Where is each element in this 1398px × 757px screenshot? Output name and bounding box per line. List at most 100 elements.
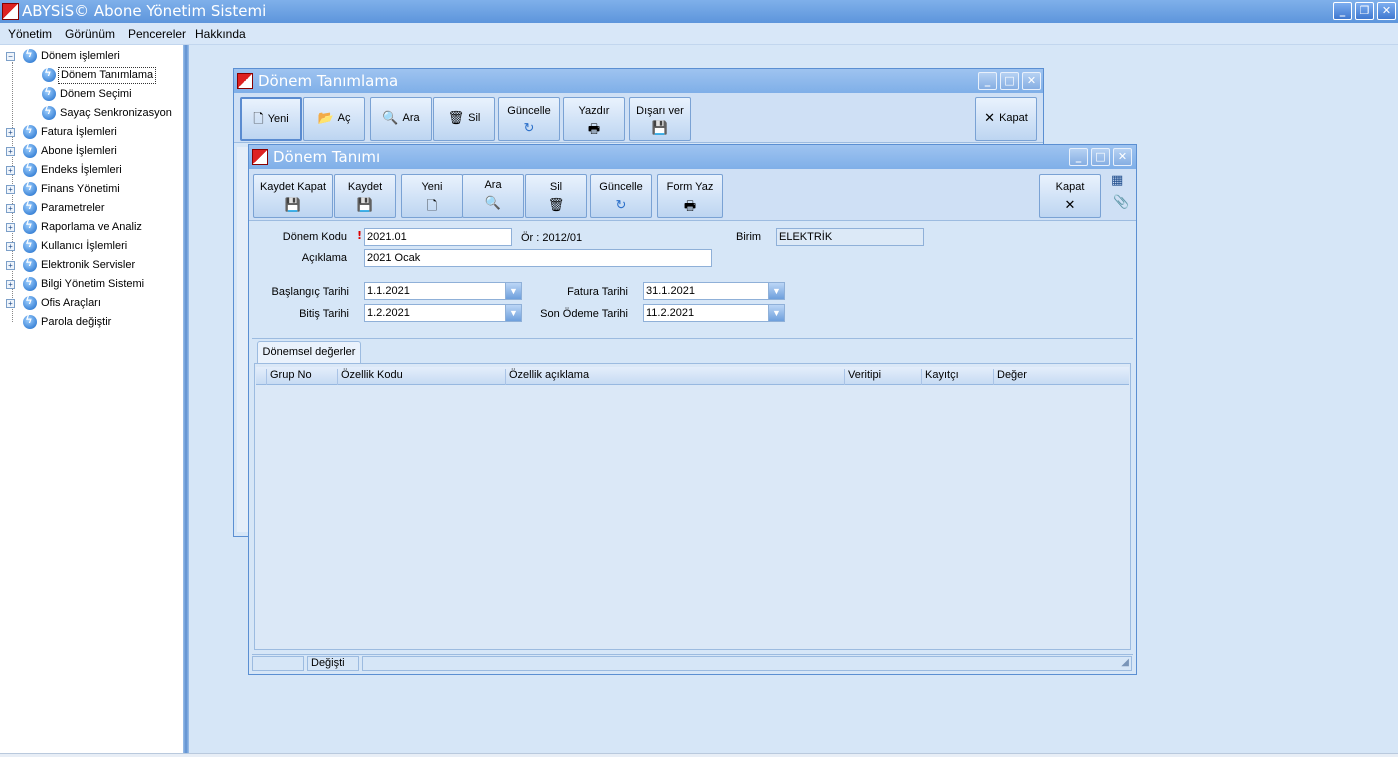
yazdir-button[interactable]: Yazdır 🖶 bbox=[563, 97, 625, 141]
values-grid: Grup No Özellik Kodu Özellik açıklama Ve… bbox=[254, 363, 1131, 650]
tree-item-sayac-senkronizasyon[interactable]: Sayaç Senkronizasyon bbox=[42, 105, 182, 123]
tree-item-raporlama[interactable]: + Raporlama ve Analiz bbox=[6, 219, 176, 237]
birim-label: Birim bbox=[736, 231, 762, 243]
guncelle-button[interactable]: Güncelle ↻ bbox=[498, 97, 560, 141]
menu-pencereler[interactable]: Pencereler bbox=[128, 27, 186, 41]
aciklama-label: Açıklama bbox=[301, 252, 347, 264]
button-label: Kapat bbox=[1055, 181, 1085, 193]
minimize-icon[interactable]: _ bbox=[1069, 148, 1088, 166]
kaydet-kapat-button[interactable]: Kaydet Kapat 💾 bbox=[253, 174, 333, 218]
tree-item-parametreler[interactable]: + Parametreler bbox=[6, 200, 176, 218]
button-label: Güncelle bbox=[599, 181, 643, 193]
button-label: Yeni bbox=[421, 181, 443, 193]
col-grup-no[interactable]: Grup No bbox=[266, 369, 337, 385]
kapat-button[interactable]: ✕ Kapat bbox=[975, 97, 1037, 141]
menu-hakkinda[interactable]: Hakkında bbox=[195, 27, 246, 41]
ac-button[interactable]: 📂 Aç bbox=[303, 97, 365, 141]
close-icon[interactable]: ✕ bbox=[1022, 72, 1041, 90]
tree-item-label: Parametreler bbox=[41, 202, 105, 214]
expand-icon[interactable]: + bbox=[6, 166, 15, 175]
chevron-down-icon[interactable]: ▼ bbox=[505, 305, 521, 321]
app-restore-icon[interactable]: ❐ bbox=[1355, 2, 1374, 20]
kaydet-button[interactable]: Kaydet 💾 bbox=[334, 174, 396, 218]
close-icon[interactable]: ✕ bbox=[1113, 148, 1132, 166]
chevron-down-icon[interactable]: ▼ bbox=[768, 305, 784, 321]
tree-item-abone[interactable]: + Abone İşlemleri bbox=[6, 143, 176, 161]
lightning-icon bbox=[23, 257, 37, 272]
tab-donemsel-degerler[interactable]: Dönemsel değerler bbox=[257, 341, 361, 363]
tree-item-parola[interactable]: Parola değiştir bbox=[6, 314, 176, 332]
paperclip-icon[interactable]: 📎 bbox=[1113, 195, 1129, 210]
button-label: Form Yaz bbox=[666, 181, 714, 193]
status-state: Değişti bbox=[307, 656, 359, 671]
tree-item-donem-islemleri[interactable]: − Dönem işlemleri bbox=[6, 48, 176, 66]
lightning-icon bbox=[42, 86, 56, 101]
tree-item-bilgi[interactable]: + Bilgi Yönetim Sistemi bbox=[6, 276, 176, 294]
donem-kodu-input[interactable]: 2021.01 bbox=[364, 228, 512, 246]
yeni-button[interactable]: 🗋 Yeni bbox=[240, 97, 302, 141]
refresh-icon: ↻ bbox=[615, 197, 627, 212]
expand-icon[interactable]: + bbox=[6, 299, 15, 308]
menu-gorunum[interactable]: Görünüm bbox=[65, 27, 115, 41]
collapse-icon[interactable]: − bbox=[6, 52, 15, 61]
col-kayitci[interactable]: Kayıtçı bbox=[921, 369, 993, 385]
baslangic-tarihi-picker[interactable]: 1.1.2021 ▼ bbox=[364, 282, 522, 300]
maximize-icon[interactable]: □ bbox=[1000, 72, 1019, 90]
aciklama-input[interactable]: 2021 Ocak bbox=[364, 249, 712, 267]
son-odeme-tarihi-picker[interactable]: 11.2.2021 ▼ bbox=[643, 304, 785, 322]
window-title-bar[interactable]: Dönem Tanımlama _ □ ✕ bbox=[234, 69, 1043, 93]
tree-item-finans[interactable]: + Finans Yönetimi bbox=[6, 181, 176, 199]
bitis-tarihi-picker[interactable]: 1.2.2021 ▼ bbox=[364, 304, 522, 322]
ara-button[interactable]: Ara 🔍 bbox=[462, 174, 524, 218]
resize-grip-icon[interactable]: ◢ bbox=[1121, 657, 1129, 668]
save-disk-icon: 💾 bbox=[651, 120, 669, 135]
disari-ver-button[interactable]: Dışarı ver 💾 bbox=[629, 97, 691, 141]
expand-icon[interactable]: + bbox=[6, 280, 15, 289]
lightning-icon bbox=[42, 105, 56, 120]
sil-button[interactable]: Sil 🗑 bbox=[525, 174, 587, 218]
table-icon[interactable]: ▦ bbox=[1111, 173, 1123, 188]
kapat-button[interactable]: Kapat ✕ bbox=[1039, 174, 1101, 218]
expand-icon[interactable]: + bbox=[6, 204, 15, 213]
yeni-button[interactable]: Yeni 🗋 bbox=[401, 174, 463, 218]
expand-icon[interactable]: + bbox=[6, 147, 15, 156]
tree-item-ofis[interactable]: + Ofis Araçları bbox=[6, 295, 176, 313]
expand-icon[interactable]: + bbox=[6, 223, 15, 232]
tree-item-donem-tanimlama[interactable]: Dönem Tanımlama bbox=[42, 67, 182, 85]
expand-icon[interactable]: + bbox=[6, 242, 15, 251]
status-bar: Değişti ◢ bbox=[252, 654, 1133, 672]
button-label: Sil bbox=[468, 112, 481, 125]
open-folder-icon: 📂 bbox=[317, 110, 334, 126]
trash-icon: 🗑 bbox=[547, 197, 565, 212]
menu-yonetim[interactable]: Yönetim bbox=[8, 27, 52, 41]
app-minimize-icon[interactable]: _ bbox=[1333, 2, 1352, 20]
chevron-down-icon[interactable]: ▼ bbox=[768, 283, 784, 299]
sidebar-splitter[interactable] bbox=[183, 45, 189, 753]
fatura-tarihi-picker[interactable]: 31.1.2021 ▼ bbox=[643, 282, 785, 300]
sil-button[interactable]: 🗑 Sil bbox=[433, 97, 495, 141]
expand-icon[interactable]: + bbox=[6, 185, 15, 194]
expand-icon[interactable]: + bbox=[6, 261, 15, 270]
button-label: Aç bbox=[337, 112, 351, 125]
app-close-icon[interactable]: ✕ bbox=[1377, 2, 1396, 20]
ara-button[interactable]: 🔍 Ara bbox=[370, 97, 432, 141]
expand-icon[interactable]: + bbox=[6, 128, 15, 137]
guncelle-button[interactable]: Güncelle ↻ bbox=[590, 174, 652, 218]
col-deger[interactable]: Değer bbox=[993, 369, 1129, 385]
tree-item-fatura[interactable]: + Fatura İşlemleri bbox=[6, 124, 176, 142]
tree-item-endeks[interactable]: + Endeks İşlemleri bbox=[6, 162, 176, 180]
col-ozellik-aciklama[interactable]: Özellik açıklama bbox=[505, 369, 844, 385]
tree-item-label: Dönem işlemleri bbox=[41, 50, 120, 62]
minimize-icon[interactable]: _ bbox=[978, 72, 997, 90]
tree-item-donem-secimi[interactable]: Dönem Seçimi bbox=[42, 86, 182, 104]
window-title-bar[interactable]: Dönem Tanımı _ □ ✕ bbox=[249, 145, 1136, 169]
col-veritipi[interactable]: Veritipi bbox=[844, 369, 921, 385]
chevron-down-icon[interactable]: ▼ bbox=[505, 283, 521, 299]
form-yaz-button[interactable]: Form Yaz 🖶 bbox=[657, 174, 723, 218]
printer-icon: 🖶 bbox=[587, 121, 601, 136]
tree-item-kullanici[interactable]: + Kullanıcı İşlemleri bbox=[6, 238, 176, 256]
tree-item-elektronik[interactable]: + Elektronik Servisler bbox=[6, 257, 176, 275]
col-ozellik-kodu[interactable]: Özellik Kodu bbox=[337, 369, 505, 385]
maximize-icon[interactable]: □ bbox=[1091, 148, 1110, 166]
window-logo-icon bbox=[237, 73, 253, 89]
